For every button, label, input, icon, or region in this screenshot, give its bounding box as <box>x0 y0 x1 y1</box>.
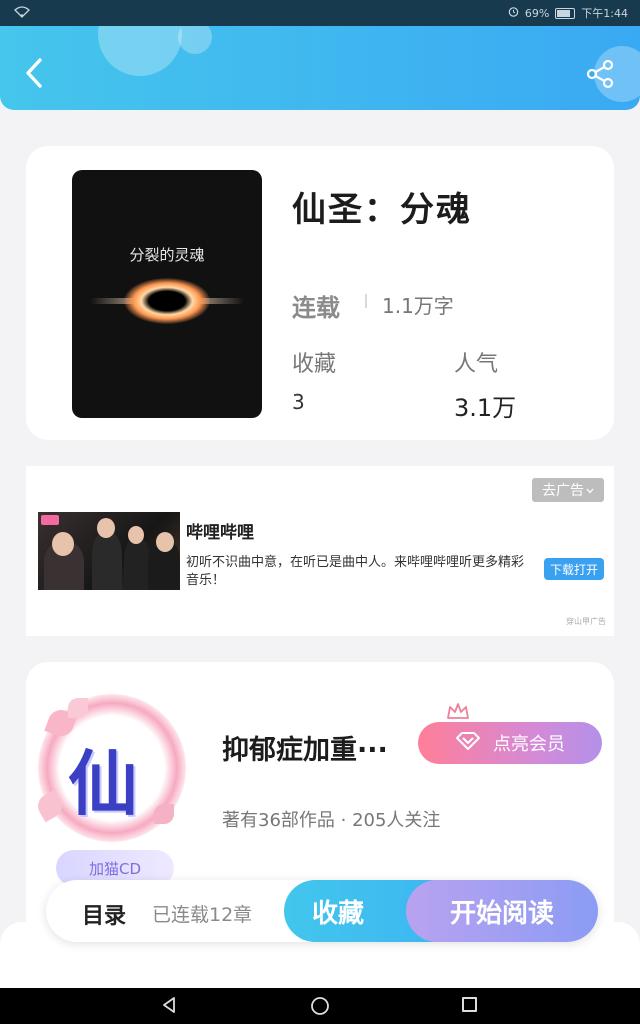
alarm-icon <box>508 6 519 20</box>
vip-label: 点亮会员 <box>493 734 565 755</box>
decor-bubble <box>178 26 212 54</box>
header <box>0 26 640 110</box>
system-nav-bar <box>0 988 640 1024</box>
ad-image-figure <box>156 532 174 552</box>
chevron-left-icon <box>26 58 42 88</box>
ad-source: 穿山甲广告 <box>566 617 606 626</box>
ad-banner[interactable]: 去广告 哔哩哔哩 初听不识曲中意，在听已是曲中人。来哔哩哔哩听更多精彩音乐！ 下… <box>26 466 614 636</box>
ad-image-figure <box>124 538 150 590</box>
ad-image-figure <box>128 526 144 544</box>
author-stats: 著有36部作品 · 205人关注 <box>222 810 441 831</box>
cover-title: 分裂的灵魂 <box>129 246 205 264</box>
book-title: 仙圣：分魂 <box>292 190 472 230</box>
nav-recent-icon[interactable] <box>462 997 477 1012</box>
word-count: 1.1万字 <box>382 294 454 318</box>
author-avatar[interactable]: 仙 <box>33 694 186 842</box>
action-bar: 目录 已连载12章 收藏 开始阅读 <box>46 880 598 942</box>
crown-icon <box>446 702 470 724</box>
nav-back-icon[interactable] <box>160 996 178 1018</box>
start-reading-button[interactable]: 开始阅读 <box>406 880 598 942</box>
author-name[interactable]: 抑郁症加重··· <box>222 728 388 767</box>
share-icon <box>586 59 614 89</box>
status-right: 69% 下午1:44 <box>508 5 628 21</box>
popularity-count: 3.1万 <box>454 394 517 422</box>
popularity-label: 人气 <box>454 352 499 377</box>
clock: 下午1:44 <box>581 7 628 20</box>
ad-image-figure <box>92 532 122 590</box>
decor-bubble <box>98 26 182 76</box>
battery-percent: 69% <box>524 6 550 20</box>
decor-petal <box>68 698 88 718</box>
ad-image-figure <box>97 518 115 538</box>
ad-app-logo <box>41 515 59 525</box>
diamond-icon <box>455 731 481 756</box>
toc-button[interactable]: 目录 <box>82 898 126 930</box>
avatar-character: 仙 <box>68 743 138 825</box>
remove-ad-label: 去广告 <box>542 483 584 499</box>
cover-art <box>124 278 210 324</box>
decor-petal <box>33 789 67 823</box>
status-bar: 69% 下午1:44 <box>0 0 640 26</box>
battery-icon <box>555 7 576 19</box>
book-cover[interactable]: 分裂的灵魂 <box>72 170 262 418</box>
ad-image[interactable] <box>38 512 180 590</box>
vip-button[interactable]: 点亮会员 <box>418 722 602 764</box>
wifi-icon <box>14 5 30 21</box>
decor-petal <box>154 804 174 824</box>
ad-description: 初听不识曲中意，在听已是曲中人。来哔哩哔哩听更多精彩音乐！ <box>186 555 525 588</box>
divider <box>365 294 367 308</box>
chapter-count[interactable]: 已连载12章 <box>152 900 252 927</box>
ad-download-button[interactable]: 下载打开 <box>544 558 604 580</box>
nav-home-icon[interactable] <box>310 996 330 1020</box>
serial-status: 连载 <box>292 294 340 322</box>
book-info-card: 分裂的灵魂 仙圣：分魂 连载 1.1万字 收藏 3 人气 3.1万 <box>26 146 614 440</box>
share-button[interactable] <box>584 58 616 90</box>
ad-title: 哔哩哔哩 <box>186 523 254 543</box>
chevron-down-icon <box>586 482 594 498</box>
favorites-count: 3 <box>292 390 305 414</box>
favorites-label: 收藏 <box>292 352 337 377</box>
back-button[interactable] <box>22 56 48 92</box>
ad-image-figure <box>52 532 74 556</box>
remove-ad-button[interactable]: 去广告 <box>532 478 604 502</box>
